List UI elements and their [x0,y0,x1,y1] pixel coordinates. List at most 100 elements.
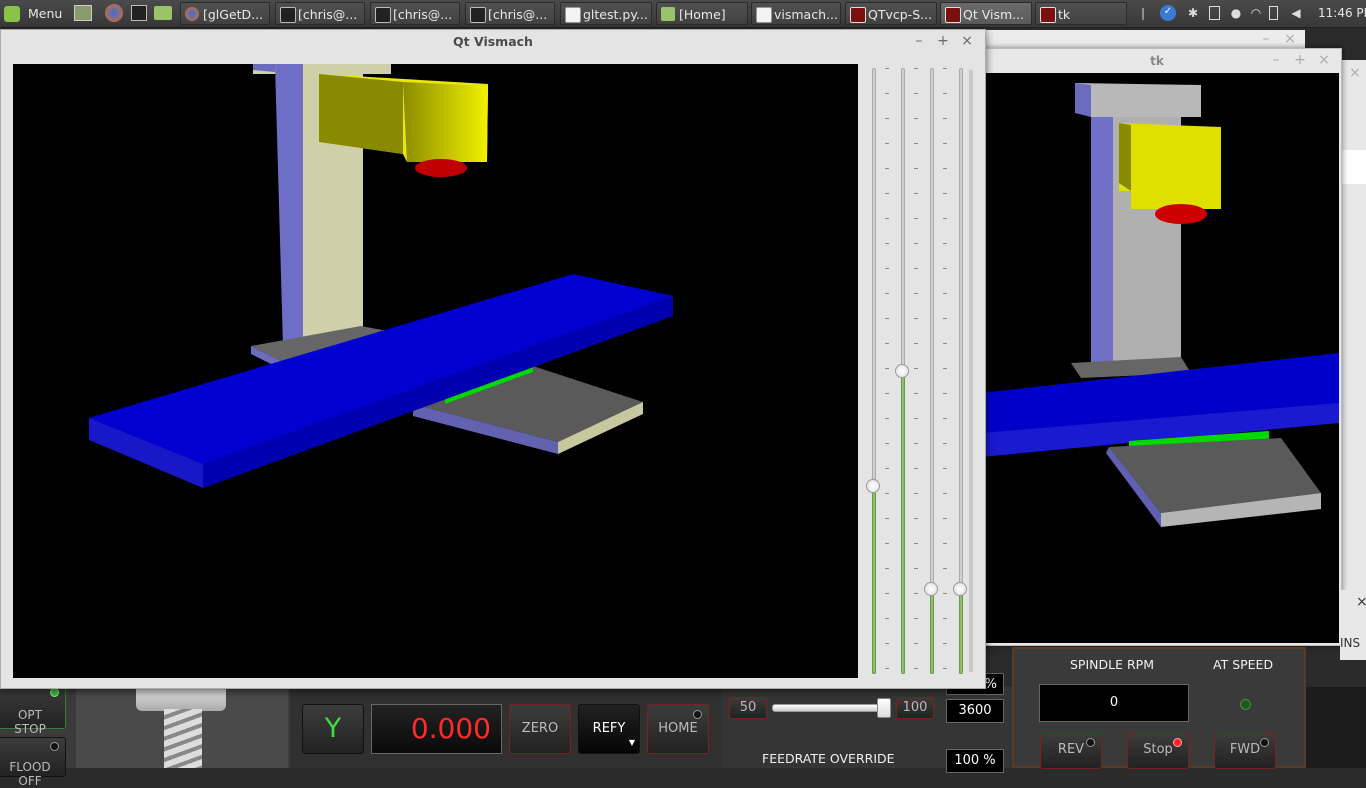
terminal-icon [470,7,486,23]
maximize-icon[interactable]: + [934,32,952,50]
rpm-slider-handle[interactable] [877,698,891,718]
rpm-min-button[interactable]: 50 [729,697,767,719]
home-button[interactable]: HOME [647,704,709,754]
axis-y-button[interactable]: Y [302,704,364,754]
clock[interactable]: 11:46 PM [1318,2,1366,25]
window-title: Qt Vismach [453,34,533,49]
background-window-right [1340,60,1366,620]
rev-button[interactable]: REV [1040,733,1102,769]
vismach-slider-2[interactable] [895,68,909,674]
opt-stop-button[interactable]: OPT STOP [0,685,66,736]
show-desktop-icon[interactable] [74,5,92,21]
feedrate-value: 100 % [954,753,996,768]
rpm-max-label: 100 [902,700,928,715]
tk-maximize-icon[interactable]: + [1291,51,1309,69]
battery-icon[interactable] [1269,6,1278,20]
slider-handle[interactable] [953,582,967,596]
taskbar-window-tk[interactable]: tk [1035,2,1127,25]
tk-3d-view[interactable] [981,73,1339,643]
tk-minimize-icon[interactable]: – [1267,51,1285,69]
taskbar-window-home[interactable]: [Home] [656,2,748,25]
right-side-strip: × INS [1340,590,1366,660]
close-icon[interactable]: × [958,32,976,50]
rpm-setting-display: 3600 [946,699,1004,723]
right-side-panel [1306,687,1366,768]
background-window-edge [1340,150,1366,184]
bg-close-icon[interactable]: × [1281,30,1299,48]
rev-led [1086,738,1095,747]
axis-value: 0.000 [410,712,491,745]
minimize-icon[interactable]: – [910,32,928,50]
taskbar-window-qt-vismach[interactable]: Qt Vism... [940,2,1032,25]
flood-button[interactable]: FLOOD OFF [0,737,66,788]
bg-minimize-icon[interactable]: – [1257,30,1275,48]
app-window-icon [1040,7,1056,23]
slider-handle[interactable] [895,364,909,378]
side-close-icon[interactable]: × [1356,594,1366,610]
opt-stop-led [50,688,59,697]
tool-preview-image [76,687,288,768]
user-icon[interactable]: ● [1229,6,1243,20]
vismach-3d-view[interactable] [13,64,858,678]
bluetooth-icon[interactable]: ✱ [1186,6,1200,20]
files-launcher-icon[interactable] [154,6,172,20]
slider-handle[interactable] [866,479,880,493]
shield-icon[interactable]: ✓ [1160,5,1176,21]
rpm-slider[interactable] [772,698,891,718]
taskbar-window-terminal-3[interactable]: [chris@... [465,2,555,25]
taskbar-window-terminal-2[interactable]: [chris@... [370,2,460,25]
rpm-max-button[interactable]: 100 [896,697,934,719]
taskbar-window-qtvcp[interactable]: QTvcp-S... [845,2,937,25]
at-speed-label: AT SPEED [1213,657,1274,672]
app-window-icon [850,7,866,23]
fwd-button[interactable]: FWD [1214,733,1276,769]
taskbar-window-gltest[interactable]: gltest.py... [560,2,652,25]
vismach-slider-1[interactable] [866,68,880,674]
spindle-rpm-display: 0 [1039,684,1189,722]
taskbar-window-label: tk [1058,7,1071,22]
mint-logo-icon [4,6,20,22]
taskbar-window-gl[interactable]: [glGetD... [180,2,270,25]
menu-label: Menu [28,6,63,21]
taskbar-window-vismach[interactable]: vismach... [751,2,841,25]
firefox-launcher-icon[interactable] [105,4,123,22]
rpm-min-label: 50 [739,700,757,715]
folder-icon [661,7,675,21]
wifi-icon[interactable]: ◠ [1249,6,1263,20]
refy-button[interactable]: REFY ▼ [578,704,640,754]
qt-vismach-window: Qt Vismach – + × [0,29,986,689]
slider-handle[interactable] [924,582,938,596]
percent-label: % [984,677,997,692]
slider-ticks [914,68,918,674]
start-menu-button[interactable]: Menu [2,2,66,25]
stop-led [1173,738,1182,747]
flood-label: FLOOD OFF [9,760,51,788]
terminal-launcher-icon[interactable] [131,5,147,21]
taskbar-window-label: [Home] [679,7,726,22]
volume-icon[interactable]: ◀ [1289,6,1303,20]
app-window-icon [945,7,961,23]
pin-icon[interactable]: ❘ [1136,6,1150,20]
bg-right-close-icon[interactable]: × [1346,64,1364,82]
vismach-slider-3[interactable] [924,68,938,674]
flood-led [50,742,59,751]
refy-label: REFY [592,721,626,736]
vismach-slider-4[interactable] [953,68,967,674]
taskbar-window-label: [chris@... [298,7,358,22]
tk-machine-render [981,83,1339,527]
text-editor-icon [756,7,772,23]
taskbar-window-terminal-1[interactable]: [chris@... [275,2,365,25]
feedrate-override-label: FEEDRATE OVERRIDE [762,751,895,766]
stop-label: Stop [1143,742,1173,757]
tk-close-icon[interactable]: × [1315,51,1333,69]
scrollbar-track[interactable] [969,70,973,672]
fwd-led [1260,738,1269,747]
stop-button[interactable]: Stop [1127,733,1189,769]
endmill-tool-image [136,687,226,711]
clipboard-icon[interactable] [1209,6,1220,20]
slider-ticks [943,68,947,674]
slider-fill [930,589,934,674]
taskbar-window-label: Qt Vism... [963,7,1025,22]
zero-button[interactable]: ZERO [509,704,571,754]
taskbar-window-label: QTvcp-S... [868,7,933,22]
